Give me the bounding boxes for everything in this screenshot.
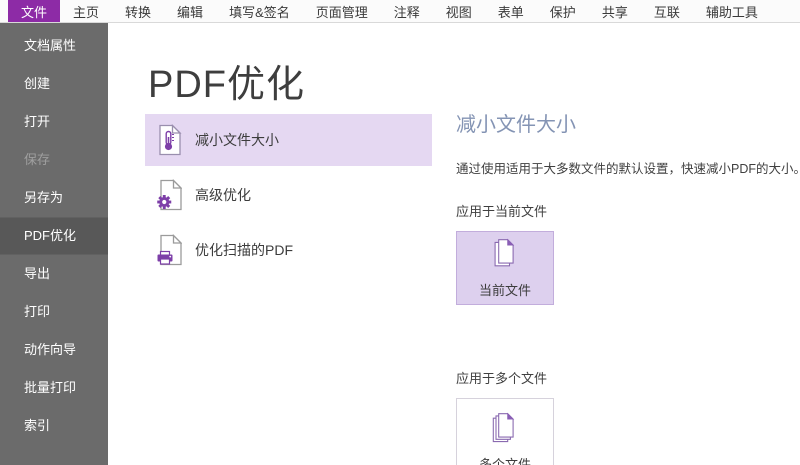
sidebar-item-batch-print[interactable]: 批量打印 — [0, 369, 108, 407]
reduce-file-size-panel: 减小文件大小 通过使用适用于大多数文件的默认设置，快速减小PDF的大小。 应用于… — [456, 112, 800, 465]
menu-tab-home[interactable]: 主页 — [60, 0, 112, 22]
sidebar-item-save: 保存 — [0, 141, 108, 179]
multiple-files-tile[interactable]: 多个文件 — [456, 398, 554, 465]
sidebar-item-document-properties[interactable]: 文档属性 — [0, 27, 108, 65]
sidebar-item-open[interactable]: 打开 — [0, 103, 108, 141]
menu-tab-form[interactable]: 表单 — [485, 0, 537, 22]
doc-printer-icon — [156, 234, 182, 266]
sidebar-item-action-wizard[interactable]: 动作向导 — [0, 331, 108, 369]
option-label: 减小文件大小 — [195, 130, 279, 150]
doc-thermometer-icon — [156, 124, 182, 156]
page-title: PDF优化 — [148, 53, 305, 108]
menu-tab-accessibility[interactable]: 辅助工具 — [693, 0, 771, 22]
menu-tab-page-organize[interactable]: 页面管理 — [303, 0, 381, 22]
sidebar-item-pdf-optimize[interactable]: PDF优化 — [0, 217, 108, 255]
stacked-documents-icon — [488, 237, 522, 273]
menu-tab-fill-sign[interactable]: 填写&签名 — [216, 0, 303, 22]
stacked-documents-multi-icon — [488, 411, 522, 447]
doc-gear-icon — [156, 179, 182, 211]
option-optimize-scanned-pdf[interactable]: 优化扫描的PDF — [145, 224, 432, 276]
menu-tab-file[interactable]: 文件 — [8, 0, 60, 22]
menu-tab-comment[interactable]: 注释 — [381, 0, 433, 22]
menubar: 文件 主页 转换 编辑 填写&签名 页面管理 注释 视图 表单 保护 共享 互联… — [0, 0, 800, 23]
sidebar-item-create[interactable]: 创建 — [0, 65, 108, 103]
file-menu-sidebar: 文档属性 创建 打开 保存 另存为 PDF优化 导出 打印 动作向导 批量打印 … — [0, 23, 108, 465]
tile-label: 多个文件 — [479, 454, 531, 465]
option-label: 高级优化 — [195, 185, 251, 205]
sidebar-item-save-as[interactable]: 另存为 — [0, 179, 108, 217]
panel-description: 通过使用适用于大多数文件的默认设置，快速减小PDF的大小。 — [456, 158, 800, 177]
option-reduce-file-size[interactable]: 减小文件大小 — [145, 114, 432, 166]
menu-tab-protect[interactable]: 保护 — [537, 0, 589, 22]
option-label: 优化扫描的PDF — [195, 240, 293, 260]
menu-tab-connect[interactable]: 互联 — [641, 0, 693, 22]
sidebar-item-print[interactable]: 打印 — [0, 293, 108, 331]
current-file-tile[interactable]: 当前文件 — [456, 231, 554, 305]
sidebar-item-index[interactable]: 索引 — [0, 407, 108, 445]
pdf-optimize-page: PDF优化 减小文件大小 — [108, 23, 800, 465]
sidebar-item-export[interactable]: 导出 — [0, 255, 108, 293]
menu-tab-edit[interactable]: 编辑 — [164, 0, 216, 22]
section-label-current-file: 应用于当前文件 — [456, 201, 800, 220]
menu-tab-view[interactable]: 视图 — [433, 0, 485, 22]
optimize-option-list: 减小文件大小 高级优化 — [145, 114, 432, 279]
tile-label: 当前文件 — [479, 280, 531, 299]
section-label-multiple-files: 应用于多个文件 — [456, 368, 800, 387]
backstage-view: 文档属性 创建 打开 保存 另存为 PDF优化 导出 打印 动作向导 批量打印 … — [0, 23, 800, 465]
panel-heading: 减小文件大小 — [456, 112, 800, 138]
option-advanced-optimization[interactable]: 高级优化 — [145, 169, 432, 221]
menu-tab-convert[interactable]: 转换 — [112, 0, 164, 22]
menu-tab-share[interactable]: 共享 — [589, 0, 641, 22]
